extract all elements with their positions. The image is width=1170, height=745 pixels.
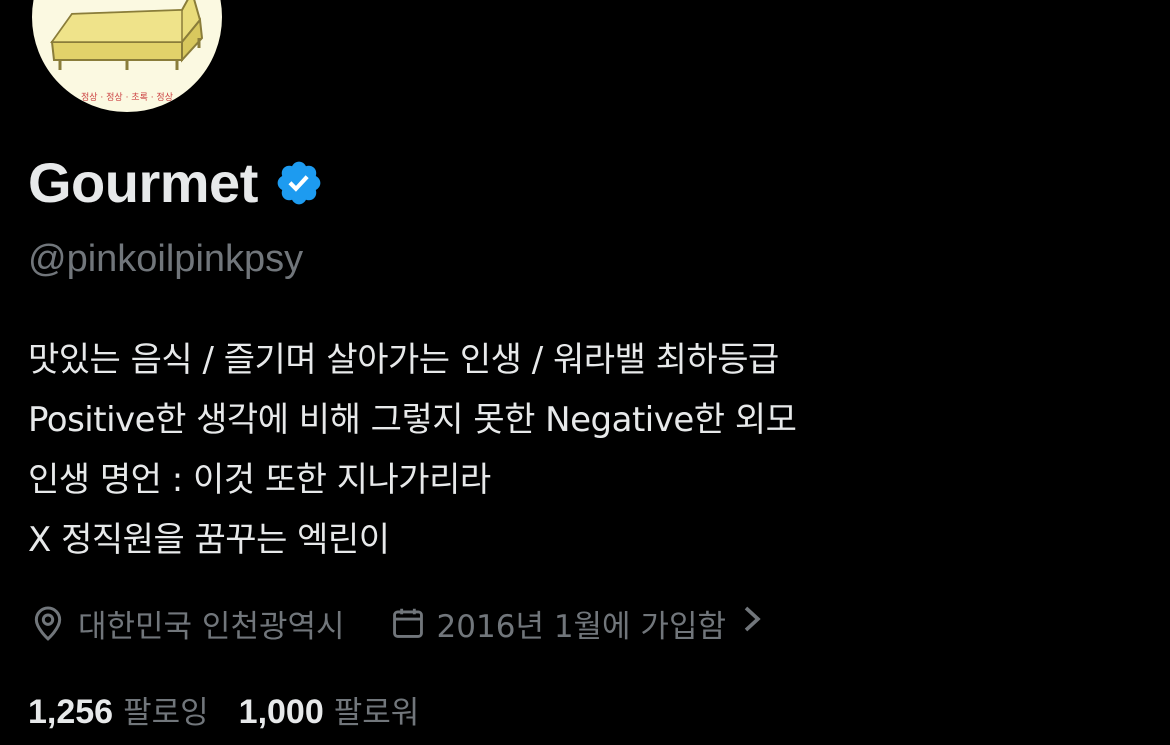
avatar-caption: 정상 · 정상 · 초록 · 정상 — [81, 92, 173, 103]
chevron-right-icon[interactable] — [740, 604, 776, 642]
following-count: 1,256 — [28, 692, 114, 731]
bio: 맛있는 음식 / 즐기며 살아가는 인생 / 워라밸 최하등급 Positive… — [28, 330, 1148, 570]
bio-line: 인생 명언 : 이것 또한 지나가리라 — [28, 460, 491, 500]
sofa-illustration: 정상 · 정상 · 초록 · 정상 — [50, 0, 204, 103]
followers-link[interactable]: 1,000 팔로워 — [239, 687, 420, 732]
avatar[interactable]: 정상 · 정상 · 초록 · 정상 — [28, 0, 226, 116]
following-link[interactable]: 1,256 팔로잉 — [28, 687, 209, 732]
join-date[interactable]: 2016년 1월에 가입함 — [389, 601, 776, 646]
followers-label: 팔로워 — [333, 694, 420, 731]
location: 대한민국 인천광역시 — [28, 601, 345, 646]
bio-line: 맛있는 음식 / 즐기며 살아가는 인생 / 워라밸 최하등급 — [28, 340, 779, 380]
display-name: Gourmet — [28, 151, 258, 214]
location-pin-icon — [34, 606, 62, 641]
bio-line: X 정직원을 꿈꾸는 엑린이 — [28, 520, 390, 560]
calendar-icon — [392, 608, 423, 638]
profile-name-row: Gourmet — [28, 150, 324, 216]
verified-badge-icon[interactable] — [274, 158, 324, 208]
user-handle: @pinkoilpinkpsy — [28, 238, 304, 280]
join-date-text: 2016년 1월에 가입함 — [436, 608, 726, 645]
following-label: 팔로잉 — [123, 694, 209, 731]
follow-stats: 1,256 팔로잉 1,000 팔로워 — [28, 682, 419, 736]
bio-line: Positive한 생각에 비해 그렇지 못한 Negative한 외모 — [28, 400, 797, 440]
followers-count: 1,000 — [238, 692, 324, 731]
profile-meta: 대한민국 인천광역시 2016년 1월에 가입함 — [28, 596, 776, 650]
location-text: 대한민국 인천광역시 — [78, 608, 345, 645]
